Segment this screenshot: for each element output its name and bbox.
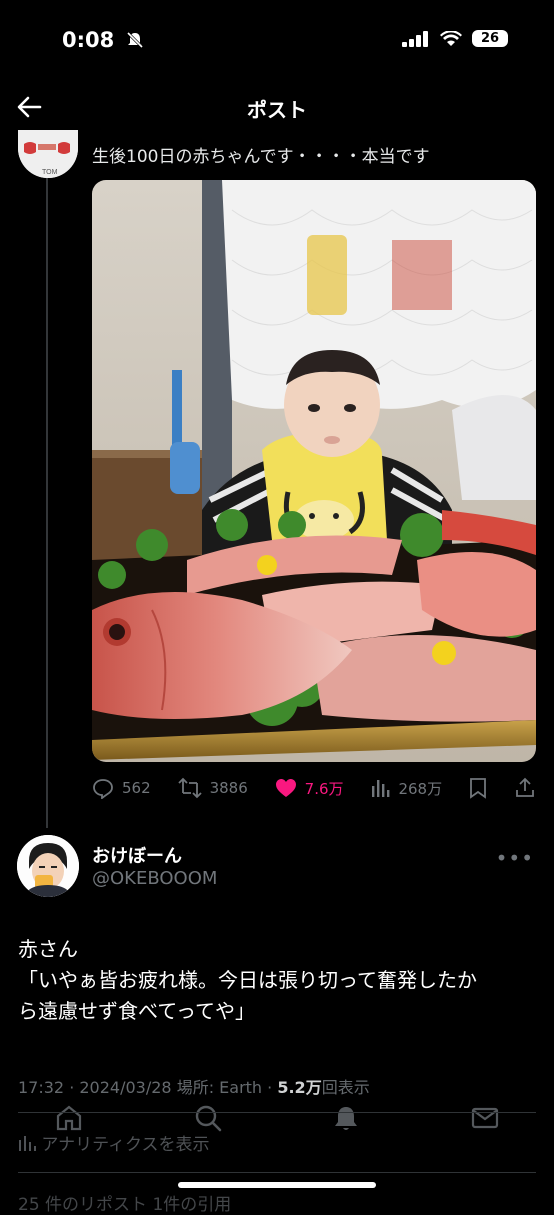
messages-icon[interactable] <box>470 1103 500 1133</box>
sashimi-baby-photo <box>92 180 536 762</box>
post-meta: 17:32 · 2024/03/28 場所: Earth · 5.2万回表示 <box>18 1078 370 1097</box>
analytics-label: アナリティクスを表示 <box>41 1135 210 1155</box>
post-line-2: 「いやぁ皆お疲れ様。今日は張り切って奮発したか <box>18 968 477 992</box>
parent-post-text: 生後100日の赤ちゃんです・・・・本当です <box>92 147 430 167</box>
like-button[interactable]: 7.6万 <box>275 778 344 799</box>
repost-quote-row[interactable]: 25 件のリポスト 1件の引用 <box>18 1190 231 1215</box>
share-icon[interactable] <box>514 777 536 799</box>
post-body: 赤さん 「いやぁ皆お疲れ様。今日は張り切って奮発したか ら遠慮せず食べてってや」 <box>18 934 538 1027</box>
author-avatar-art <box>17 835 79 897</box>
post-photo[interactable] <box>92 180 536 762</box>
post-line-1: 赤さん <box>18 937 78 961</box>
post-location: 場所: Earth <box>176 1078 263 1097</box>
author-avatar[interactable] <box>17 835 79 897</box>
heart-icon <box>275 779 296 797</box>
page-title: ポスト <box>247 98 307 122</box>
post-views-label: 回表示 <box>321 1078 370 1097</box>
views-button[interactable]: 268万 <box>370 778 442 799</box>
repost-icon <box>177 777 202 799</box>
mute-bell-icon <box>126 31 143 49</box>
notifications-icon[interactable] <box>331 1103 361 1133</box>
search-icon[interactable] <box>193 1103 223 1133</box>
battery-indicator: 26 <box>472 30 508 47</box>
reply-count: 562 <box>122 779 151 797</box>
post-views-count: 5.2万 <box>277 1078 322 1097</box>
action-bar: 562 3886 7.6万 268万 <box>92 774 536 802</box>
analytics-icon <box>19 1136 36 1151</box>
home-indicator <box>178 1182 376 1188</box>
status-icons: 26 <box>402 30 508 47</box>
reply-icon <box>93 779 113 799</box>
repost-count: 3886 <box>209 779 248 797</box>
parent-avatar-art: TOM <box>18 130 78 178</box>
home-icon[interactable] <box>54 1103 84 1133</box>
reply-button[interactable]: 562 <box>92 777 151 799</box>
post-time: 17:32 <box>18 1078 65 1097</box>
divider <box>18 1112 536 1113</box>
author-name[interactable]: おけぼーん <box>92 842 182 868</box>
views-icon <box>372 780 390 797</box>
thread-line <box>46 178 48 828</box>
status-time: 0:08 <box>62 28 144 52</box>
post-line-3: ら遠慮せず食べてってや」 <box>18 999 255 1023</box>
parent-avatar[interactable]: TOM <box>18 130 78 178</box>
wifi-icon <box>440 30 462 46</box>
parent-avatar-label: TOM <box>42 169 58 176</box>
views-count: 268万 <box>398 779 443 798</box>
divider <box>18 1172 536 1173</box>
like-count: 7.6万 <box>304 779 344 798</box>
more-icon[interactable]: ••• <box>496 846 534 870</box>
bookmark-icon[interactable] <box>469 777 487 799</box>
signal-icon <box>402 30 428 47</box>
repost-button[interactable]: 3886 <box>177 777 248 799</box>
author-handle[interactable]: @OKEBOOOM <box>92 868 217 889</box>
analytics-link[interactable]: アナリティクスを表示 <box>18 1130 210 1155</box>
post-date: 2024/03/28 <box>79 1078 172 1097</box>
